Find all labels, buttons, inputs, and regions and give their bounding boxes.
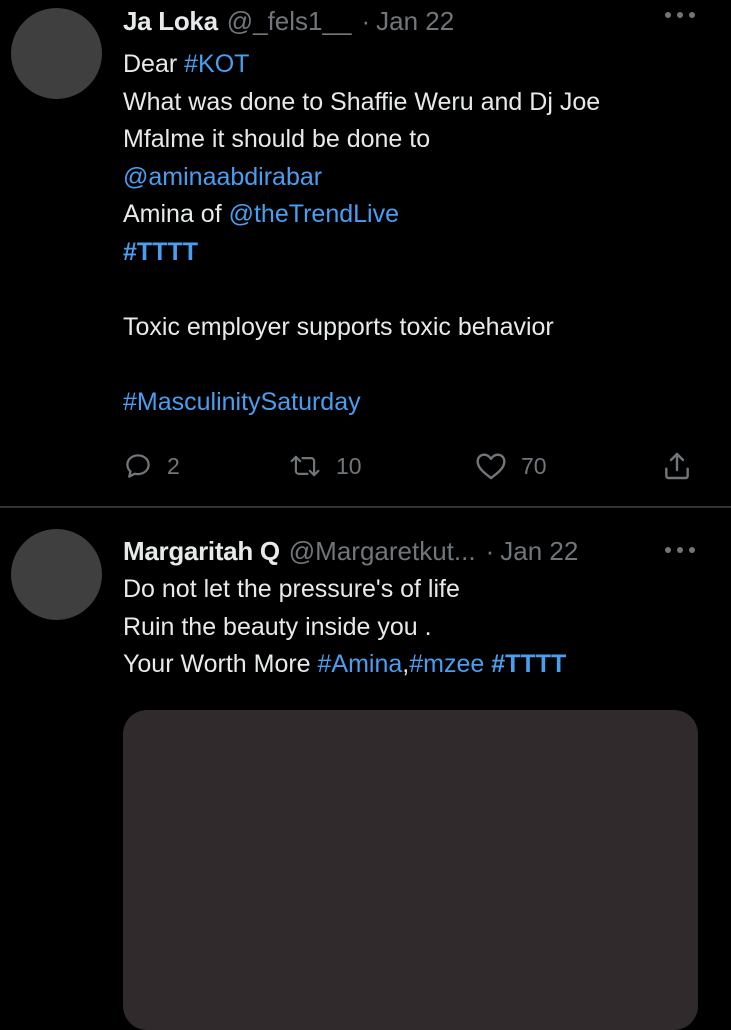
tweet-date[interactable]: Jan 22 [376, 6, 454, 37]
hashtag-link[interactable]: #TTTT [491, 650, 566, 678]
tweet-header: Margaritah Q @Margaretkut... · Jan 22 [123, 536, 578, 566]
text-segment: Amina of [123, 200, 229, 228]
mention-link[interactable]: @aminaabdirabar [123, 163, 322, 191]
reply-count: 2 [167, 452, 180, 479]
author-handle[interactable]: @_fels1__ [227, 6, 352, 37]
mention-link[interactable]: @theTrendLive [229, 200, 399, 228]
tweet-actions: 2 10 70 [123, 446, 703, 486]
tweet-header: Ja Loka @_fels1__ · Jan 22 [123, 6, 454, 36]
retweet-button[interactable]: 10 [288, 446, 362, 486]
heart-icon [476, 453, 506, 480]
separator: · [485, 536, 495, 566]
share-button[interactable] [661, 446, 693, 486]
tweet-date[interactable]: Jan 22 [500, 536, 578, 567]
separator: · [361, 6, 371, 36]
tweet[interactable]: Ja Loka @_fels1__ · Jan 22 Dear #KOT Wha… [0, 0, 731, 507]
text-line: What was done to Shaffie Weru and Dj Joe [123, 87, 601, 116]
hashtag-link[interactable]: #KOT [184, 50, 249, 78]
avatar[interactable] [11, 529, 102, 620]
hashtag-link[interactable]: #mzee [409, 650, 484, 678]
text-line: Do not let the pressure's of life [123, 575, 460, 603]
share-icon [665, 452, 689, 480]
author-name[interactable]: Ja Loka [123, 6, 218, 37]
reply-icon [126, 454, 150, 478]
hashtag-link[interactable]: #Amina [318, 650, 403, 678]
hashtag-link[interactable]: #MasculinitySaturday [123, 388, 361, 416]
text-line: Ruin the beauty inside you . [123, 612, 432, 641]
text-segment: Your Worth More [123, 650, 318, 678]
author-handle[interactable]: @Margaretkut... [289, 536, 476, 567]
like-count: 70 [521, 452, 547, 479]
text-segment: Dear [123, 50, 185, 78]
avatar[interactable] [11, 8, 102, 99]
text-line: Mfalme it should be done to [123, 125, 431, 153]
author-name[interactable]: Margaritah Q [123, 536, 280, 567]
reply-button[interactable]: 2 [123, 446, 180, 486]
tweet[interactable]: Margaritah Q @Margaretkut... · Jan 22 Do… [0, 508, 731, 1030]
more-icon[interactable] [665, 10, 695, 20]
like-button[interactable]: 70 [475, 446, 547, 486]
retweet-icon [290, 455, 320, 477]
text-line: Toxic employer supports toxic behavior [123, 312, 554, 341]
more-icon[interactable] [665, 545, 695, 555]
tweet-text: Dear #KOT What was done to Shaffie Weru … [123, 46, 713, 421]
hashtag-link[interactable]: #TTTT [123, 238, 198, 266]
retweet-count: 10 [336, 452, 362, 479]
media-attachment[interactable] [123, 710, 698, 1030]
tweet-text: Do not let the pressure's of life Ruin t… [123, 571, 713, 684]
